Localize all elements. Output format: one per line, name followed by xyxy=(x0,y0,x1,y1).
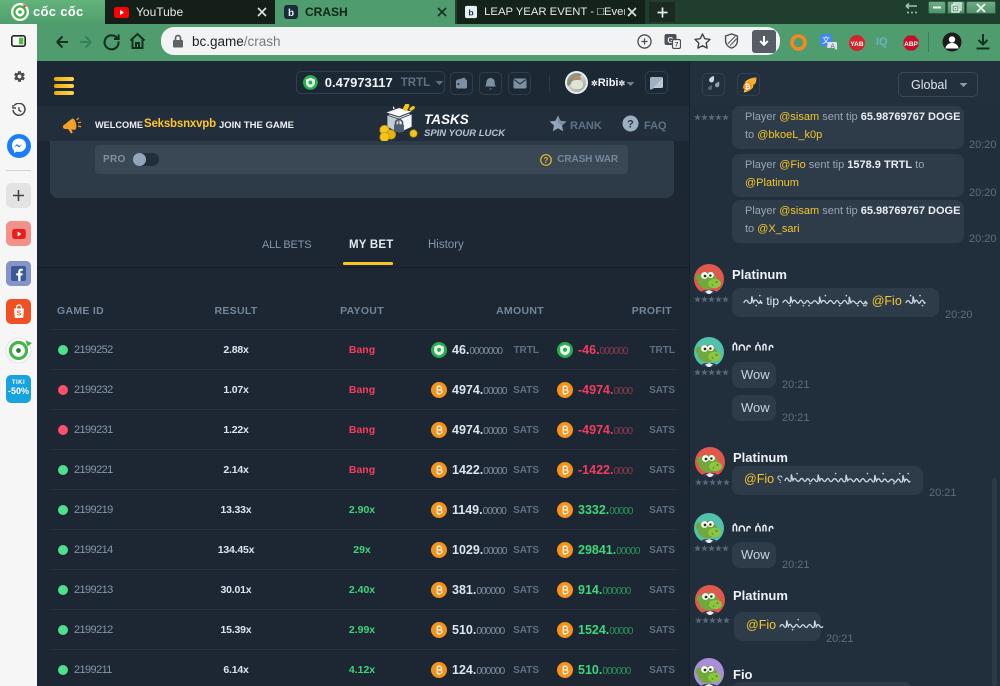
svg-text:7: 7 xyxy=(675,42,679,49)
svg-text:?: ? xyxy=(627,119,634,131)
svg-text:b: b xyxy=(288,8,294,19)
svg-text:S: S xyxy=(16,311,21,318)
svg-text:YAB: YAB xyxy=(850,41,863,48)
svg-text:₿: ₿ xyxy=(745,83,751,91)
svg-text:ABP: ABP xyxy=(904,41,918,48)
svg-text:A: A xyxy=(831,44,835,50)
svg-text:b: b xyxy=(468,7,473,17)
svg-text:?: ? xyxy=(544,155,549,164)
